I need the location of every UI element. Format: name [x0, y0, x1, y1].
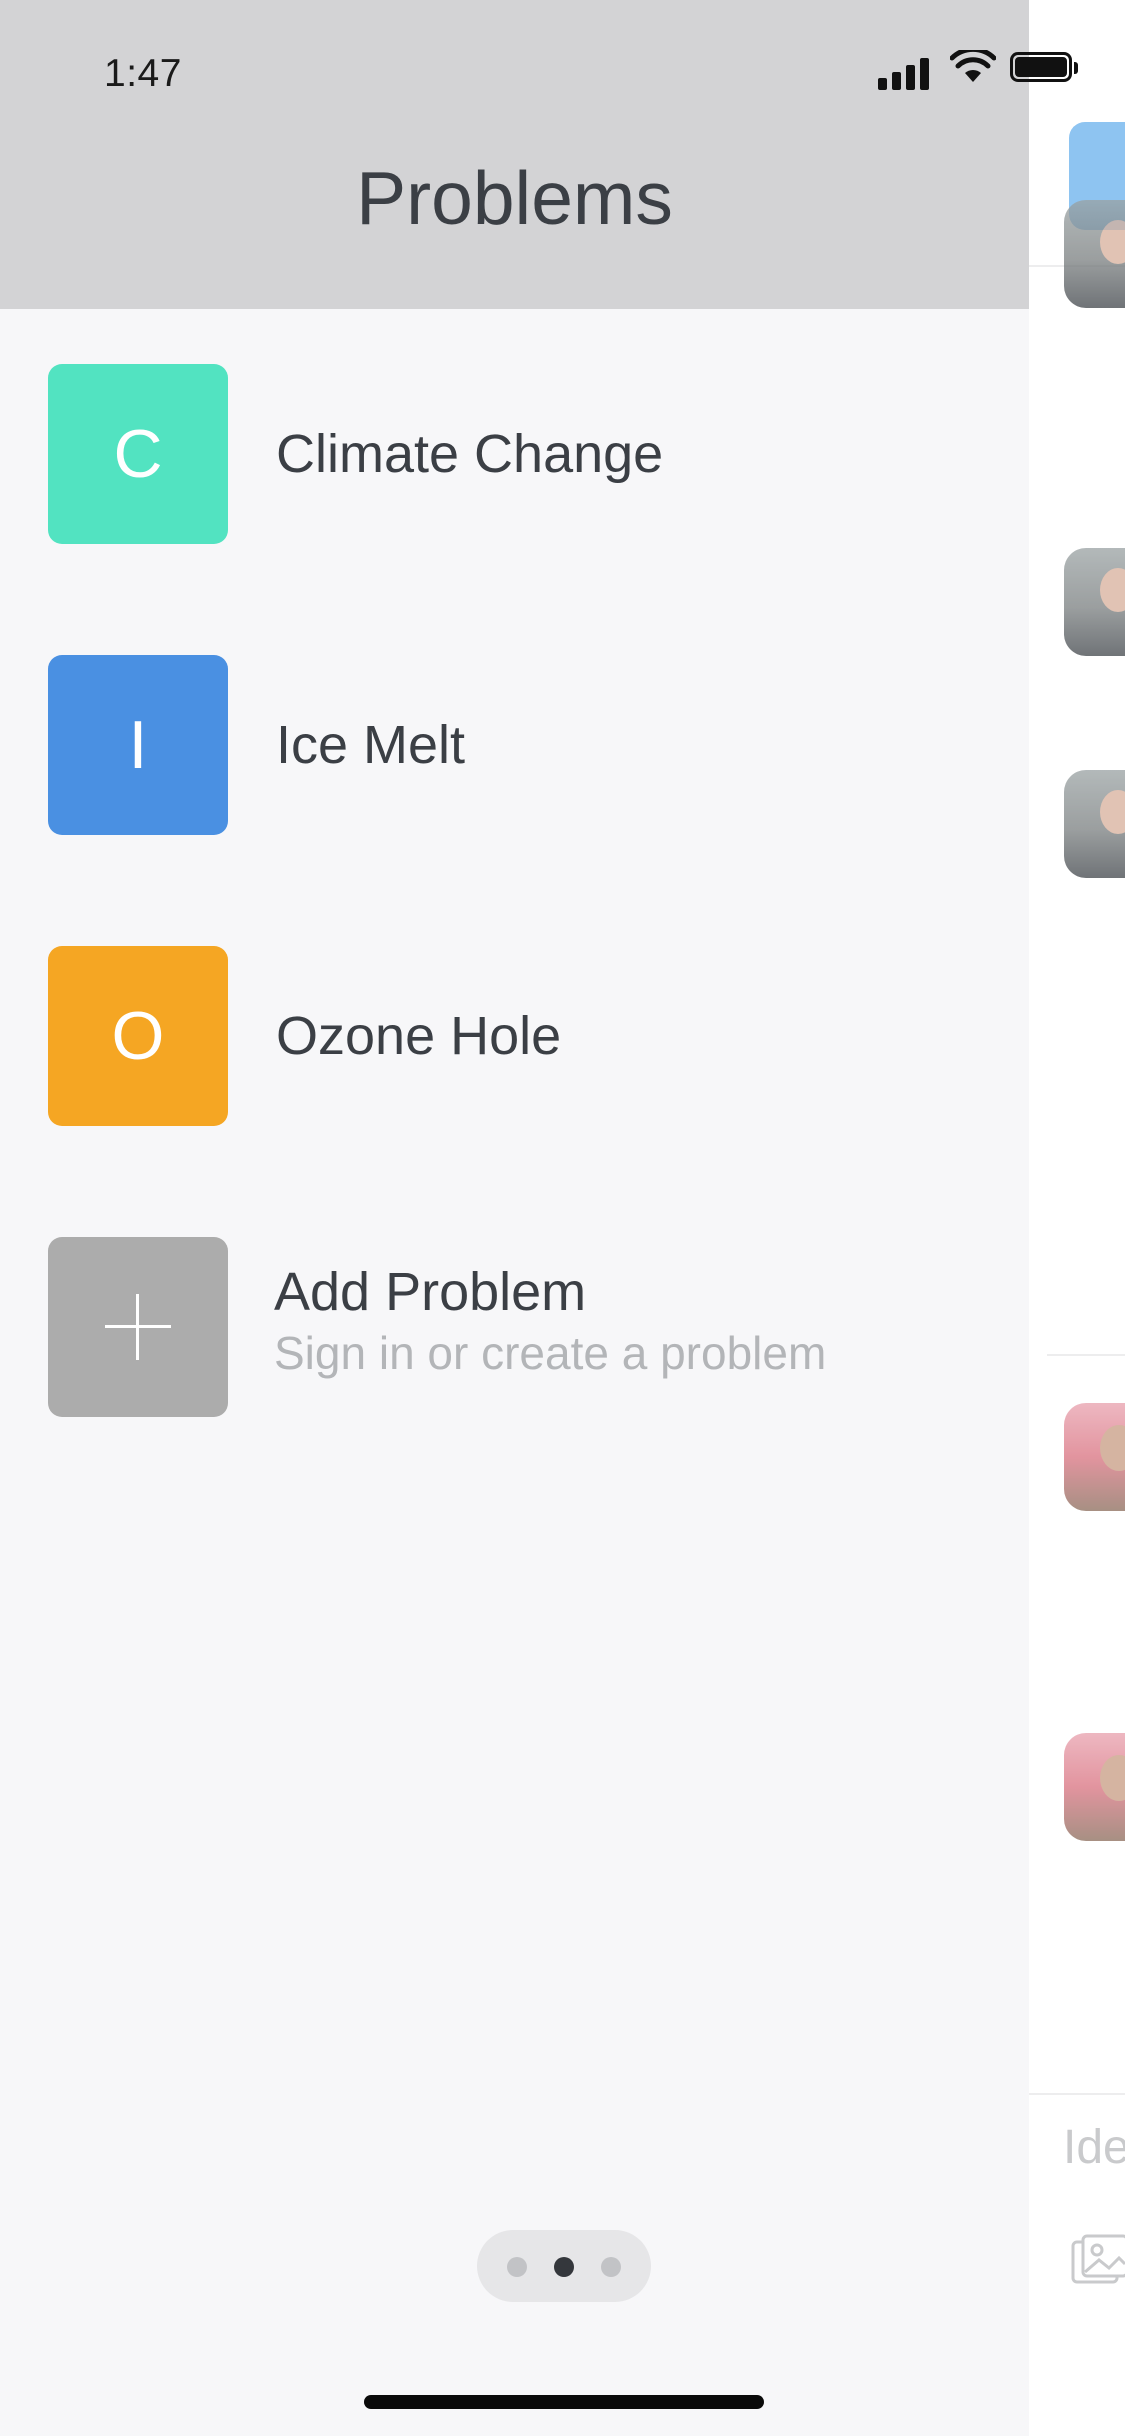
- page-title: Problems: [356, 156, 673, 240]
- background-screen: Ide: [1029, 0, 1125, 2436]
- avatar: [1064, 548, 1125, 656]
- add-problem-subtitle: Sign in or create a problem: [274, 1327, 827, 1379]
- battery-icon: [1010, 52, 1072, 82]
- home-indicator[interactable]: [364, 2395, 764, 2409]
- add-problem-title: Add Problem: [274, 1262, 587, 1322]
- problem-label: Ice Melt: [276, 715, 466, 775]
- avatar: [1064, 1733, 1125, 1841]
- problem-item-ozone-hole[interactable]: O Ozone Hole: [48, 946, 1008, 1126]
- page-dot[interactable]: [554, 2257, 574, 2277]
- problem-label: Climate Change: [276, 424, 664, 484]
- divider: [1029, 2093, 1125, 2095]
- idea-input-placeholder[interactable]: Ide: [1063, 2120, 1125, 2175]
- problem-label: Ozone Hole: [276, 1006, 562, 1066]
- avatar: [1064, 1403, 1125, 1511]
- problem-item-climate-change[interactable]: C Climate Change: [48, 364, 1008, 544]
- add-problem-tile: [48, 1237, 228, 1417]
- page-dot[interactable]: [507, 2257, 527, 2277]
- problem-item-ice-melt[interactable]: I Ice Melt: [48, 655, 1008, 835]
- problem-initial-tile: O: [48, 946, 228, 1126]
- add-problem-button[interactable]: Add Problem Sign in or create a problem: [48, 1237, 1008, 1417]
- problem-initial-tile: C: [48, 364, 228, 544]
- page-indicator[interactable]: [477, 2230, 651, 2302]
- divider: [1047, 1354, 1125, 1356]
- status-time: 1:47: [104, 52, 182, 95]
- avatar: [1064, 770, 1125, 878]
- problem-initial-tile: I: [48, 655, 228, 835]
- drawer-header: 1:47 Problems: [0, 0, 1029, 309]
- wifi-icon: [950, 50, 996, 82]
- problems-drawer: 1:47 Problems C Climate Change I Ice Mel…: [0, 0, 1029, 2436]
- add-problem-texts: Add Problem Sign in or create a problem: [274, 1259, 826, 1381]
- avatar: [1064, 200, 1125, 308]
- status-icons: [878, 50, 1125, 90]
- page-dot[interactable]: [601, 2257, 621, 2277]
- image-icon[interactable]: [1069, 2232, 1125, 2288]
